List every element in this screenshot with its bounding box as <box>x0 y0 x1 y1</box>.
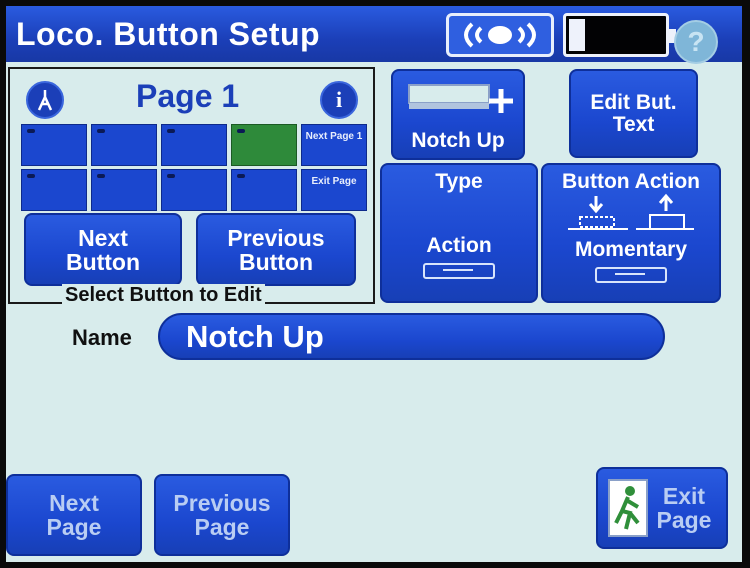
slot-marker <box>167 129 175 133</box>
title-bar: Loco. Button Setup ? <box>6 6 742 64</box>
type-button[interactable]: Type Action <box>380 163 538 303</box>
slot-marker <box>97 129 105 133</box>
slot-marker <box>167 174 175 178</box>
slot-marker <box>237 129 245 133</box>
button-action-title: Button Action <box>561 170 701 193</box>
momentary-icon <box>595 267 667 283</box>
press-release-icon <box>568 193 694 230</box>
slot-marker <box>27 174 35 178</box>
edit-button-text-label: Edit But. Text <box>590 90 677 136</box>
wireless-signal-icon <box>446 13 554 57</box>
button-slot[interactable] <box>231 169 297 211</box>
button-slot[interactable] <box>91 124 157 166</box>
button-preview-label: Notch Up <box>411 129 505 152</box>
battery-icon <box>563 13 676 57</box>
device-screen: Loco. Button Setup ? Page 1 i Next Page … <box>6 6 742 562</box>
button-action-button[interactable]: Button Action Momentary <box>541 163 721 303</box>
exit-page-label: Exit Page <box>656 483 712 533</box>
previous-page-label: Previous Page <box>173 490 271 540</box>
exit-icon <box>608 479 648 537</box>
button-slot-label: Exit Page <box>311 176 357 187</box>
button-slot[interactable] <box>21 124 87 166</box>
slot-marker <box>27 129 35 133</box>
panel-caption: Select Button to Edit <box>62 284 265 307</box>
type-title: Type <box>435 170 483 193</box>
button-slot-label: Next Page 1 <box>305 131 363 142</box>
next-page-label: Next Page <box>46 490 102 540</box>
next-page-button[interactable]: Next Page <box>6 474 142 556</box>
next-button-label: Next Button <box>65 224 141 275</box>
battery-level <box>569 19 585 51</box>
button-slot[interactable]: Exit Page <box>301 169 367 211</box>
name-label: Name <box>72 325 132 350</box>
button-preview[interactable]: Notch Up <box>391 69 525 160</box>
next-button-button[interactable]: Next Button <box>24 213 182 286</box>
button-action-value: Momentary <box>574 238 688 261</box>
previous-page-button[interactable]: Previous Page <box>154 474 290 556</box>
notch-up-icon <box>408 84 513 113</box>
slot-marker <box>237 174 245 178</box>
button-slot[interactable]: Next Page 1 <box>301 124 367 166</box>
button-slot[interactable] <box>161 124 227 166</box>
button-grid: Next Page 1 Exit Page <box>21 124 369 212</box>
slot-marker <box>97 174 105 178</box>
action-type-icon <box>423 263 495 279</box>
type-value: Action <box>426 234 492 257</box>
page-number-title: Page 1 <box>136 78 240 114</box>
name-field[interactable]: Notch Up <box>158 313 665 360</box>
train-icon[interactable] <box>26 81 64 119</box>
previous-button-label: Previous Button <box>227 224 325 275</box>
page-title: Loco. Button Setup <box>16 16 321 52</box>
edit-button-text-button[interactable]: Edit But. Text <box>569 69 698 158</box>
button-slot[interactable] <box>21 169 87 211</box>
button-slot[interactable] <box>91 169 157 211</box>
help-icon[interactable]: ? <box>674 20 718 64</box>
help-label: ? <box>687 26 705 57</box>
info-icon-label: i <box>335 87 343 112</box>
button-slot[interactable] <box>161 169 227 211</box>
exit-page-button[interactable]: Exit Page <box>596 467 728 549</box>
button-slot[interactable] <box>231 124 297 166</box>
previous-button-button[interactable]: Previous Button <box>196 213 356 286</box>
info-icon[interactable]: i <box>320 81 358 119</box>
